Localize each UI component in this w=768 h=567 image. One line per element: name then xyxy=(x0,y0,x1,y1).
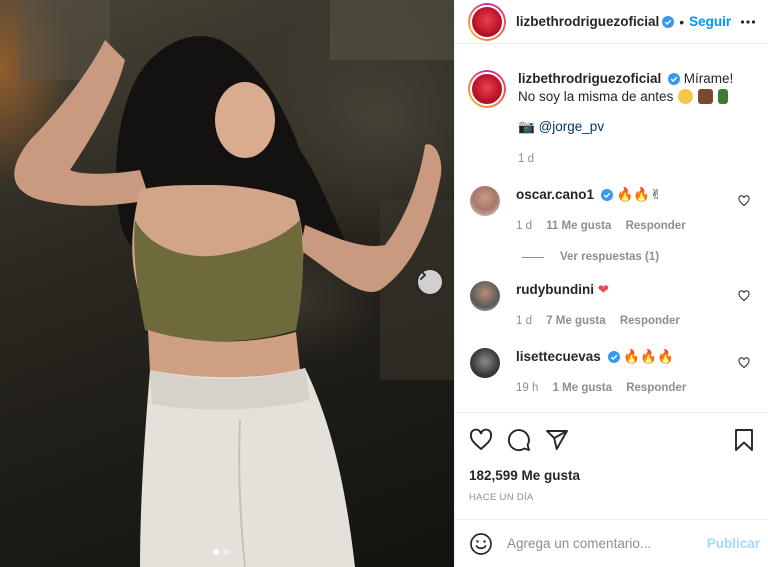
comment-likes[interactable]: 7 Me gusta xyxy=(546,315,605,327)
reply-button[interactable]: Responder xyxy=(626,220,686,232)
view-replies-label: Ver respuestas (1) xyxy=(560,251,660,263)
comment-input[interactable] xyxy=(507,536,707,551)
reply-button[interactable]: Responder xyxy=(620,315,680,327)
comment-likes[interactable]: 1 Me gusta xyxy=(553,382,612,394)
caption-time[interactable]: 1 d xyxy=(518,150,733,168)
bottle-emoji-icon xyxy=(717,89,728,104)
bookmark-icon[interactable] xyxy=(732,428,756,452)
caption-text-line2: No soy la misma de antes xyxy=(518,89,674,104)
caption-username[interactable]: lizbethrodriguezoficial xyxy=(518,71,661,86)
view-replies-button[interactable]: Ver respuestas (1) xyxy=(522,251,754,263)
post-time[interactable]: HACE UN DÍA xyxy=(469,492,756,503)
horns-hand-emoji-icon xyxy=(697,89,713,104)
post-details-panel: lizbethrodriguezoficial • Seguir lizbeth… xyxy=(454,0,768,567)
comment-item: rudybundini ❤ 1 d 7 Me gusta Responder xyxy=(468,281,754,330)
heart-icon[interactable] xyxy=(469,428,493,452)
comment-username[interactable]: rudybundini xyxy=(516,282,594,297)
carousel-next-button[interactable] xyxy=(418,270,442,294)
add-comment-bar: Publicar xyxy=(455,519,768,567)
commenter-avatar[interactable] xyxy=(470,281,500,311)
comment-icon[interactable] xyxy=(507,428,531,452)
camera-emoji-icon: 📷 xyxy=(518,119,535,134)
photo-illustration xyxy=(14,0,454,567)
post-header: lizbethrodriguezoficial • Seguir xyxy=(455,0,768,44)
comment-likes[interactable]: 11 Me gusta xyxy=(546,220,611,232)
comment-item: oscar.cano1 🔥🔥✌ 1 d 11 Me gusta Responde… xyxy=(468,186,754,235)
replies-line xyxy=(522,256,544,258)
comment-text: ❤ xyxy=(597,282,610,297)
reply-button[interactable]: Responder xyxy=(626,382,686,394)
comment-username[interactable]: lisettecuevas xyxy=(516,349,601,364)
header-separator: • xyxy=(679,13,685,30)
grinning-emoji-icon xyxy=(678,89,694,104)
carousel-dot-active xyxy=(213,549,219,555)
commenter-avatar[interactable] xyxy=(470,348,500,378)
author-username[interactable]: lizbethrodriguezoficial xyxy=(516,14,659,29)
heart-icon[interactable] xyxy=(738,195,750,207)
comment-time[interactable]: 19 h xyxy=(516,382,538,394)
verified-icon xyxy=(607,351,620,363)
comment-item: lisettecuevas 🔥🔥🔥 19 h 1 Me gusta Respon… xyxy=(468,348,754,397)
carousel-dots xyxy=(213,549,229,555)
follow-button[interactable]: Seguir xyxy=(689,14,731,29)
more-icon[interactable] xyxy=(740,14,756,30)
share-icon[interactable] xyxy=(545,428,569,452)
comment-text: 🔥🔥🔥 xyxy=(623,349,674,364)
smiley-icon[interactable] xyxy=(469,532,493,556)
comment-text: 🔥🔥✌ xyxy=(616,187,662,202)
commenter-avatar[interactable] xyxy=(470,186,500,216)
verified-icon xyxy=(668,73,681,85)
comment-time[interactable]: 1 d xyxy=(516,220,532,232)
caption-credit-mention[interactable]: @jorge_pv xyxy=(539,119,605,134)
heart-icon[interactable] xyxy=(738,357,750,369)
author-avatar[interactable] xyxy=(468,2,506,41)
comments-list[interactable]: lizbethrodriguezoficial Mírame! No soy l… xyxy=(455,52,768,412)
caption-avatar[interactable] xyxy=(468,70,506,108)
post-photo[interactable] xyxy=(0,0,454,567)
likes-count[interactable]: 182,599 Me gusta xyxy=(469,468,756,483)
carousel-dot xyxy=(223,549,229,555)
publish-button[interactable]: Publicar xyxy=(707,536,760,551)
chevron-right-icon xyxy=(420,270,427,280)
comment-username[interactable]: oscar.cano1 xyxy=(516,187,594,202)
post-actions: 182,599 Me gusta HACE UN DÍA xyxy=(455,412,768,503)
caption-text-line1: Mírame! xyxy=(683,71,734,86)
post-caption: lizbethrodriguezoficial Mírame! No soy l… xyxy=(468,70,754,168)
comment-time[interactable]: 1 d xyxy=(516,315,532,327)
verified-icon xyxy=(600,189,613,201)
verified-icon xyxy=(662,15,675,28)
heart-icon[interactable] xyxy=(738,290,750,302)
